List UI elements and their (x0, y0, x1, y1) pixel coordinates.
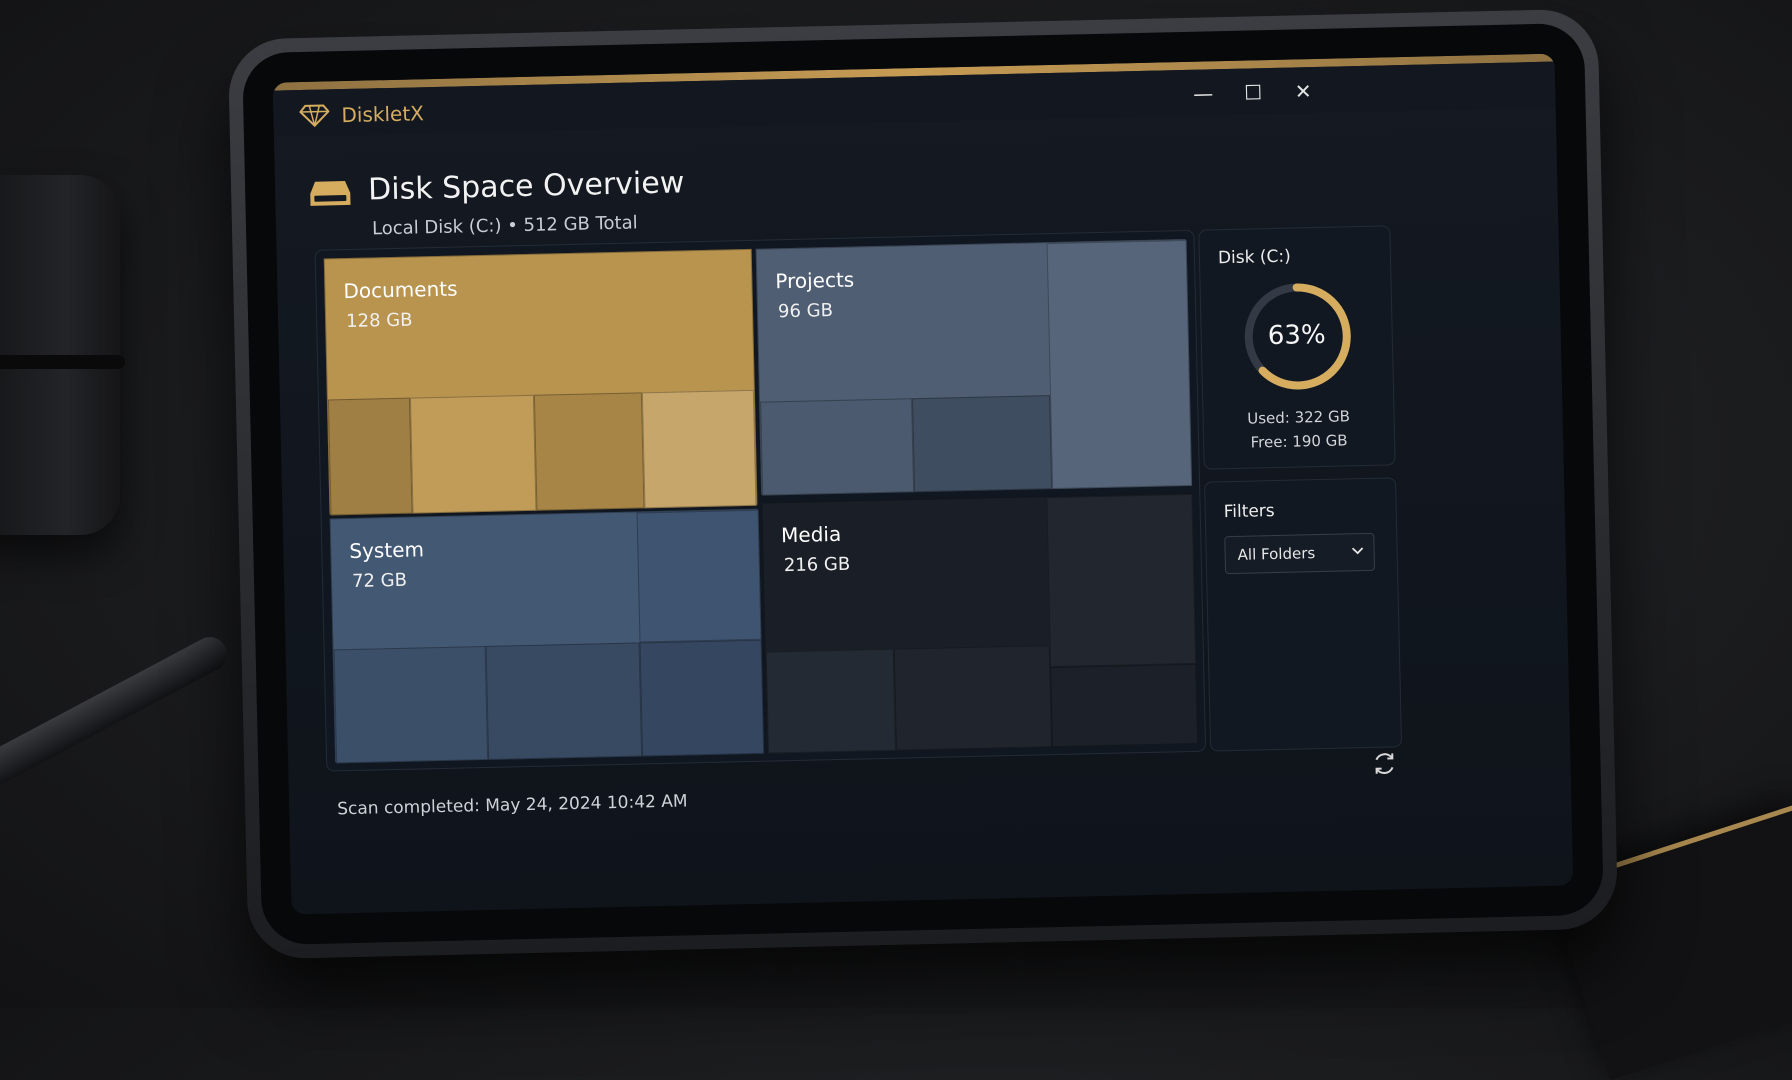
treemap-subtile[interactable] (327, 397, 413, 516)
disk-free: Free: 190 GB (1250, 431, 1348, 452)
disk-used: Used: 322 GB (1247, 407, 1351, 428)
treemap-subtile[interactable] (533, 392, 645, 511)
treemap-subtile[interactable] (333, 645, 489, 764)
treemap-tile-system[interactable]: System 72 GB (329, 508, 765, 764)
tile-size: 128 GB (345, 309, 413, 333)
treemap-subtile[interactable] (760, 398, 915, 496)
page-subtitle: Local Disk (C:) • 512 GB Total (371, 212, 638, 240)
treemap-subtile[interactable] (639, 639, 765, 757)
treemap-tile-projects[interactable]: Projects 96 GB (755, 238, 1193, 496)
tablet-device: DiskletX — ☐ ✕ Disk Space Overview Local… (227, 8, 1619, 960)
tile-label: Documents (343, 276, 458, 304)
treemap-subtile[interactable] (765, 648, 897, 754)
app-window: DiskletX — ☐ ✕ Disk Space Overview Local… (272, 53, 1574, 915)
diamond-icon (299, 104, 330, 128)
tile-size: 216 GB (783, 553, 851, 577)
app-name: DiskletX (341, 101, 425, 128)
chevron-down-icon (1351, 547, 1364, 555)
treemap: Documents 128 GB Projects 96 GB System 7… (314, 229, 1207, 772)
treemap-tile-media[interactable]: Media 216 GB (761, 492, 1198, 754)
treemap-subtile[interactable] (409, 394, 537, 514)
tablet-bezel: DiskletX — ☐ ✕ Disk Space Overview Local… (242, 22, 1604, 946)
tile-size: 96 GB (777, 300, 834, 323)
treemap-subtile[interactable] (1046, 493, 1197, 668)
scan-status: Scan completed: May 24, 2024 10:42 AM (337, 791, 688, 820)
tile-label: Media (780, 521, 842, 548)
treemap-subtile[interactable] (636, 509, 762, 643)
filters-title: Filters (1223, 501, 1275, 523)
tile-label: System (349, 537, 425, 564)
drive-icon (310, 181, 351, 206)
stylus-pen (0, 631, 233, 803)
disk-usage-card: Disk (C:) 63% Used: 322 GB Free: 190 GB (1198, 225, 1396, 470)
page-title: Disk Space Overview (367, 165, 685, 208)
treemap-subtile[interactable] (912, 395, 1053, 493)
disk-percent: 63% (1267, 319, 1326, 352)
close-button[interactable]: ✕ (1287, 77, 1320, 106)
treemap-subtile[interactable] (641, 389, 757, 509)
coffee-cup-rim (0, 355, 125, 369)
folder-filter-select[interactable]: All Folders (1224, 532, 1376, 575)
treemap-subtile[interactable] (485, 642, 643, 760)
folder-filter-value: All Folders (1237, 544, 1316, 564)
disk-title: Disk (C:) (1217, 246, 1291, 269)
treemap-subtile[interactable] (1050, 663, 1198, 748)
tile-size: 72 GB (351, 569, 408, 592)
filters-panel: Filters All Folders (1204, 477, 1403, 752)
treemap-subtile[interactable] (893, 645, 1053, 751)
maximize-button[interactable]: ☐ (1237, 78, 1270, 107)
tile-label: Projects (775, 267, 855, 294)
treemap-tile-documents[interactable]: Documents 128 GB (323, 248, 758, 516)
minimize-button[interactable]: — (1187, 79, 1220, 108)
refresh-icon[interactable] (1370, 749, 1399, 778)
treemap-subtile[interactable] (1046, 239, 1193, 490)
